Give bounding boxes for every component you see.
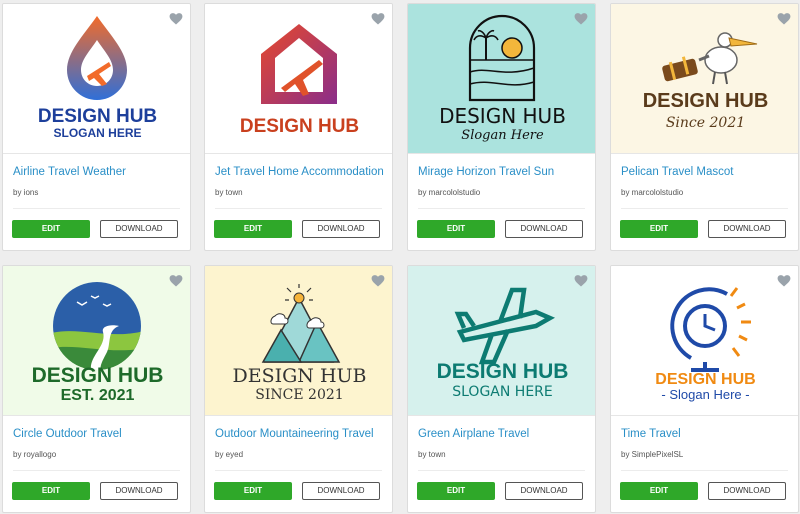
- divider: [418, 470, 585, 471]
- template-author: by eyed: [215, 450, 244, 459]
- logo-slogan-text: EST. 2021: [61, 387, 135, 404]
- house-airplane-icon: [261, 24, 337, 104]
- download-button[interactable]: DOWNLOAD: [505, 220, 583, 238]
- logo-preview[interactable]: DESIGN HUB SLOGAN HERE: [3, 4, 190, 154]
- edit-button[interactable]: EDIT: [214, 482, 292, 500]
- divider: [621, 470, 788, 471]
- heart-icon[interactable]: [169, 274, 183, 288]
- outline-airplane-icon: [454, 287, 556, 365]
- heart-icon[interactable]: [169, 12, 183, 26]
- logo-brand-text: DESIGN HUB: [643, 90, 769, 112]
- logo-preview[interactable]: DESIGN HUB: [205, 4, 392, 154]
- logo-brand-text: DESIGN HUB: [240, 116, 359, 137]
- logo-artwork: DESIGN HUB EST. 2021: [32, 282, 164, 404]
- edit-button[interactable]: EDIT: [12, 220, 90, 238]
- logo-brand-text: DESIGN HUB: [655, 371, 755, 388]
- template-title[interactable]: Circle Outdoor Travel: [13, 428, 185, 440]
- logo-slogan-text: SLOGAN HERE: [53, 126, 141, 140]
- download-button[interactable]: DOWNLOAD: [505, 482, 583, 500]
- divider: [418, 208, 585, 209]
- logo-artwork: DESIGN HUB SLOGAN HERE: [437, 287, 569, 400]
- template-title[interactable]: Time Travel: [621, 428, 793, 440]
- download-button[interactable]: DOWNLOAD: [302, 482, 380, 500]
- logo-template-grid: DESIGN HUB SLOGAN HERE Airline Travel We…: [0, 0, 800, 514]
- template-title[interactable]: Jet Travel Home Accommodation: [215, 166, 387, 178]
- template-author: by marcololstudio: [418, 188, 481, 197]
- divider: [215, 470, 382, 471]
- template-card-3[interactable]: DESIGN HUB Slogan Here Mirage Horizon Tr…: [407, 3, 596, 251]
- logo-slogan-text: Since 2021: [666, 115, 745, 131]
- template-author: by royallogo: [13, 450, 57, 459]
- arch-sunset-beach-icon: [468, 14, 536, 102]
- logo-brand-text: DESIGN HUB: [32, 364, 164, 387]
- mountain-sun-icon: [261, 284, 341, 363]
- logo-preview[interactable]: DESIGN HUB SLOGAN HERE: [408, 266, 595, 416]
- logo-slogan-text: - Slogan Here -: [661, 387, 749, 402]
- download-button[interactable]: DOWNLOAD: [708, 482, 786, 500]
- heart-icon[interactable]: [574, 274, 588, 288]
- heart-icon[interactable]: [574, 12, 588, 26]
- logo-brand-text: DESIGN HUB: [232, 365, 366, 387]
- template-card-6[interactable]: DESIGN HUB SINCE 2021 Outdoor Mountainee…: [204, 265, 393, 513]
- circle-road-landscape-icon: [53, 282, 141, 370]
- template-author: by town: [418, 450, 446, 459]
- download-button[interactable]: DOWNLOAD: [302, 220, 380, 238]
- logo-brand-text: DESIGN HUB: [437, 360, 569, 383]
- heart-icon[interactable]: [371, 274, 385, 288]
- template-card-8[interactable]: DESIGN HUB - Slogan Here - Time Travel b…: [610, 265, 799, 513]
- template-title[interactable]: Mirage Horizon Travel Sun: [418, 166, 590, 178]
- edit-button[interactable]: EDIT: [620, 482, 698, 500]
- edit-button[interactable]: EDIT: [417, 220, 495, 238]
- logo-slogan-text: SINCE 2021: [255, 387, 343, 403]
- logo-artwork: DESIGN HUB Slogan Here: [439, 14, 566, 143]
- drop-airplane-icon: [67, 16, 127, 100]
- logo-preview[interactable]: DESIGN HUB - Slogan Here -: [611, 266, 798, 416]
- template-author: by town: [215, 188, 243, 197]
- logo-preview[interactable]: DESIGN HUB SINCE 2021: [205, 266, 392, 416]
- heart-icon[interactable]: [777, 274, 791, 288]
- logo-artwork: DESIGN HUB SLOGAN HERE: [38, 16, 157, 140]
- template-author: by marcololstudio: [621, 188, 684, 197]
- divider: [13, 470, 180, 471]
- logo-preview[interactable]: DESIGN HUB Slogan Here: [408, 4, 595, 154]
- logo-artwork: DESIGN HUB - Slogan Here -: [655, 287, 756, 402]
- template-card-2[interactable]: DESIGN HUB Jet Travel Home Accommodation…: [204, 3, 393, 251]
- logo-brand-text: DESIGN HUB: [439, 104, 566, 128]
- divider: [13, 208, 180, 209]
- download-button[interactable]: DOWNLOAD: [708, 220, 786, 238]
- template-author: by SimplePixelSL: [621, 450, 684, 459]
- pelican-suitcase-icon: [662, 32, 758, 85]
- logo-artwork: DESIGN HUB: [240, 24, 359, 137]
- heart-icon[interactable]: [777, 12, 791, 26]
- edit-button[interactable]: EDIT: [214, 220, 292, 238]
- template-card-1[interactable]: DESIGN HUB SLOGAN HERE Airline Travel We…: [2, 3, 191, 251]
- download-button[interactable]: DOWNLOAD: [100, 220, 178, 238]
- heart-icon[interactable]: [371, 12, 385, 26]
- template-author: by ions: [13, 188, 39, 197]
- logo-slogan-text: Slogan Here: [461, 128, 544, 143]
- edit-button[interactable]: EDIT: [417, 482, 495, 500]
- logo-slogan-text: SLOGAN HERE: [452, 384, 553, 400]
- template-title[interactable]: Airline Travel Weather: [13, 166, 185, 178]
- template-card-4[interactable]: DESIGN HUB Since 2021 Pelican Travel Mas…: [610, 3, 799, 251]
- edit-button[interactable]: EDIT: [12, 482, 90, 500]
- logo-preview[interactable]: DESIGN HUB Since 2021: [611, 4, 798, 154]
- template-card-7[interactable]: DESIGN HUB SLOGAN HERE Green Airplane Tr…: [407, 265, 596, 513]
- divider: [215, 208, 382, 209]
- logo-brand-text: DESIGN HUB: [38, 106, 157, 127]
- logo-artwork: DESIGN HUB Since 2021: [643, 32, 769, 131]
- template-card-5[interactable]: DESIGN HUB EST. 2021 Circle Outdoor Trav…: [2, 265, 191, 513]
- divider: [621, 208, 788, 209]
- globe-clock-icon: [670, 287, 751, 372]
- edit-button[interactable]: EDIT: [620, 220, 698, 238]
- template-title[interactable]: Pelican Travel Mascot: [621, 166, 793, 178]
- logo-artwork: DESIGN HUB SINCE 2021: [232, 284, 367, 403]
- download-button[interactable]: DOWNLOAD: [100, 482, 178, 500]
- template-title[interactable]: Outdoor Mountaineering Travel: [215, 428, 387, 440]
- logo-preview[interactable]: DESIGN HUB EST. 2021: [3, 266, 190, 416]
- template-title[interactable]: Green Airplane Travel: [418, 428, 590, 440]
